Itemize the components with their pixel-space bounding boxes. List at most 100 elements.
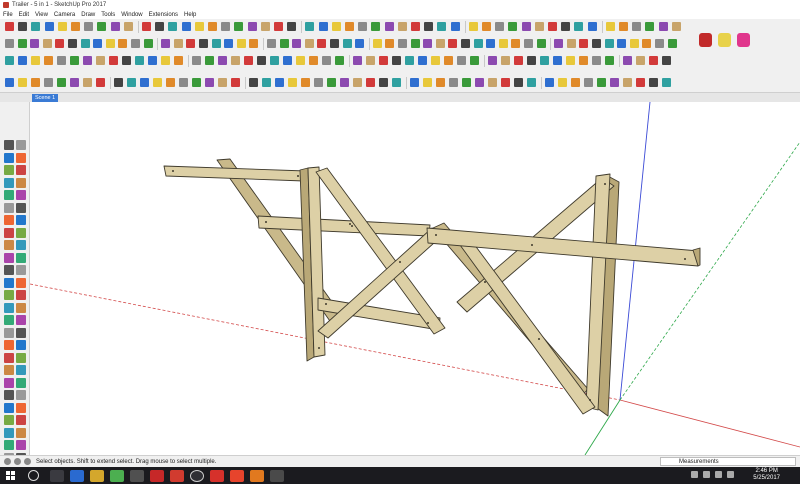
toolbar-tool-icon[interactable] [296,56,305,65]
large-tool-icon[interactable] [4,265,14,275]
toolbar-tool-icon[interactable] [371,22,381,31]
toolbar-tool-icon[interactable] [5,78,14,87]
large-tool-icon[interactable] [4,140,14,150]
toolbar-tool-icon[interactable] [288,78,297,87]
large-tool-icon[interactable] [16,377,26,388]
toolbar-tool-icon[interactable] [161,56,170,65]
menu-camera[interactable]: Camera [54,12,75,18]
toolbar-tool-icon[interactable] [566,56,575,65]
large-tool-icon[interactable] [4,427,14,438]
extension-manager-icon[interactable] [718,33,731,47]
toolbar-tool-icon[interactable] [358,22,368,31]
toolbar-tool-icon[interactable] [579,56,588,65]
toolbar-tool-icon[interactable] [437,22,447,31]
toolbar-tool-icon[interactable] [96,78,105,87]
toolbar-tool-icon[interactable] [384,22,394,31]
tray-volume-icon[interactable] [715,471,722,478]
task-view-icon[interactable] [50,469,64,482]
toolbar-tool-icon[interactable] [392,56,401,65]
toolbar-tool-icon[interactable] [224,39,234,48]
toolbar-tool-icon[interactable] [632,22,642,31]
toolbar-tool-icon[interactable] [658,22,668,31]
toolbar-tool-icon[interactable] [604,39,614,48]
toolbar-tool-icon[interactable] [482,22,491,31]
large-tool-icon[interactable] [16,290,26,300]
toolbar-tool-icon[interactable] [501,56,510,65]
large-tool-icon[interactable] [16,315,26,325]
toolbar-tool-icon[interactable] [257,56,266,65]
toolbar-tool-icon[interactable] [461,39,470,48]
toolbar-tool-icon[interactable] [236,39,246,48]
toolbar-tool-icon[interactable] [372,39,382,48]
large-tool-icon[interactable] [16,402,26,413]
toolbar-tool-icon[interactable] [495,22,505,31]
toolbar-tool-icon[interactable] [488,56,497,65]
toolbar-tool-icon[interactable] [405,56,414,65]
toolbar-tool-icon[interactable] [205,78,214,87]
toolbar-tool-icon[interactable] [671,22,681,31]
toolbar-tool-icon[interactable] [448,39,458,48]
large-tool-icon[interactable] [4,215,14,225]
taskbar-clock[interactable]: 2:46 PM 5/25/2017 [753,468,780,482]
toolbar-tool-icon[interactable] [244,56,253,65]
toolbar-tool-icon[interactable] [468,22,478,31]
mail-m-icon[interactable] [150,469,164,482]
large-tool-icon[interactable] [16,165,26,175]
large-tool-icon[interactable] [4,290,14,300]
toolbar-tool-icon[interactable] [617,39,627,48]
toolbar-tool-icon[interactable] [355,39,365,48]
ruby-console-icon[interactable] [699,33,712,47]
large-tool-icon[interactable] [4,202,14,213]
credits-icon[interactable] [14,458,21,465]
toolbar-tool-icon[interactable] [536,39,546,48]
toolbar-tool-icon[interactable] [411,22,420,31]
large-tool-icon[interactable] [4,402,14,413]
toolbar-tool-icon[interactable] [247,22,257,31]
toolbar-tool-icon[interactable] [317,39,327,48]
menu-tools[interactable]: Tools [101,12,115,18]
toolbar-tool-icon[interactable] [262,78,271,87]
toolbar-tool-icon[interactable] [140,78,149,87]
toolbar-tool-icon[interactable] [71,22,80,31]
toolbar-tool-icon[interactable] [353,56,362,65]
toolbar-tool-icon[interactable] [366,56,375,65]
toolbar-tool-icon[interactable] [610,78,619,87]
toolbar-tool-icon[interactable] [194,22,204,31]
toolbar-tool-icon[interactable] [398,39,407,48]
large-tool-icon[interactable] [4,152,14,163]
toolbar-tool-icon[interactable] [605,22,615,31]
large-tool-icon[interactable] [16,440,26,450]
toolbar-tool-icon[interactable] [5,56,14,65]
toolbar-tool-icon[interactable] [131,39,140,48]
calculator-icon[interactable] [130,469,144,482]
toolbar-tool-icon[interactable] [123,22,133,31]
toolbar-tool-icon[interactable] [231,78,240,87]
toolbar-tool-icon[interactable] [275,78,284,87]
toolbar-tool-icon[interactable] [667,39,677,48]
large-tool-icon[interactable] [4,252,14,263]
toolbar-tool-icon[interactable] [592,56,601,65]
toolbar-tool-icon[interactable] [30,39,40,48]
toolbar-tool-icon[interactable] [234,22,244,31]
toolbar-tool-icon[interactable] [579,39,589,48]
toolbar-tool-icon[interactable] [18,22,28,31]
large-tool-icon[interactable] [16,152,26,163]
toolbar-tool-icon[interactable] [318,22,328,31]
menu-edit[interactable]: Edit [19,12,29,18]
beam-top-left[interactable] [163,165,307,182]
toolbar-tool-icon[interactable] [17,39,27,48]
toolbar-tool-icon[interactable] [287,22,297,31]
measurements-box[interactable]: Measurements [660,457,796,466]
toolbar-tool-icon[interactable] [218,78,227,87]
toolbar-tool-icon[interactable] [508,22,518,31]
large-tool-icon[interactable] [4,302,14,313]
toolbar-tool-icon[interactable] [221,22,231,31]
beam-diagonal-front-right[interactable] [459,239,596,415]
toolbar-tool-icon[interactable] [548,22,557,31]
toolbar-tool-icon[interactable] [379,56,388,65]
toolbar-tool-icon[interactable] [636,56,645,65]
toolbar-tool-icon[interactable] [57,78,66,87]
toolbar-tool-icon[interactable] [179,78,188,87]
tray-network-icon[interactable] [703,471,710,478]
toolbar-tool-icon[interactable] [642,39,652,48]
